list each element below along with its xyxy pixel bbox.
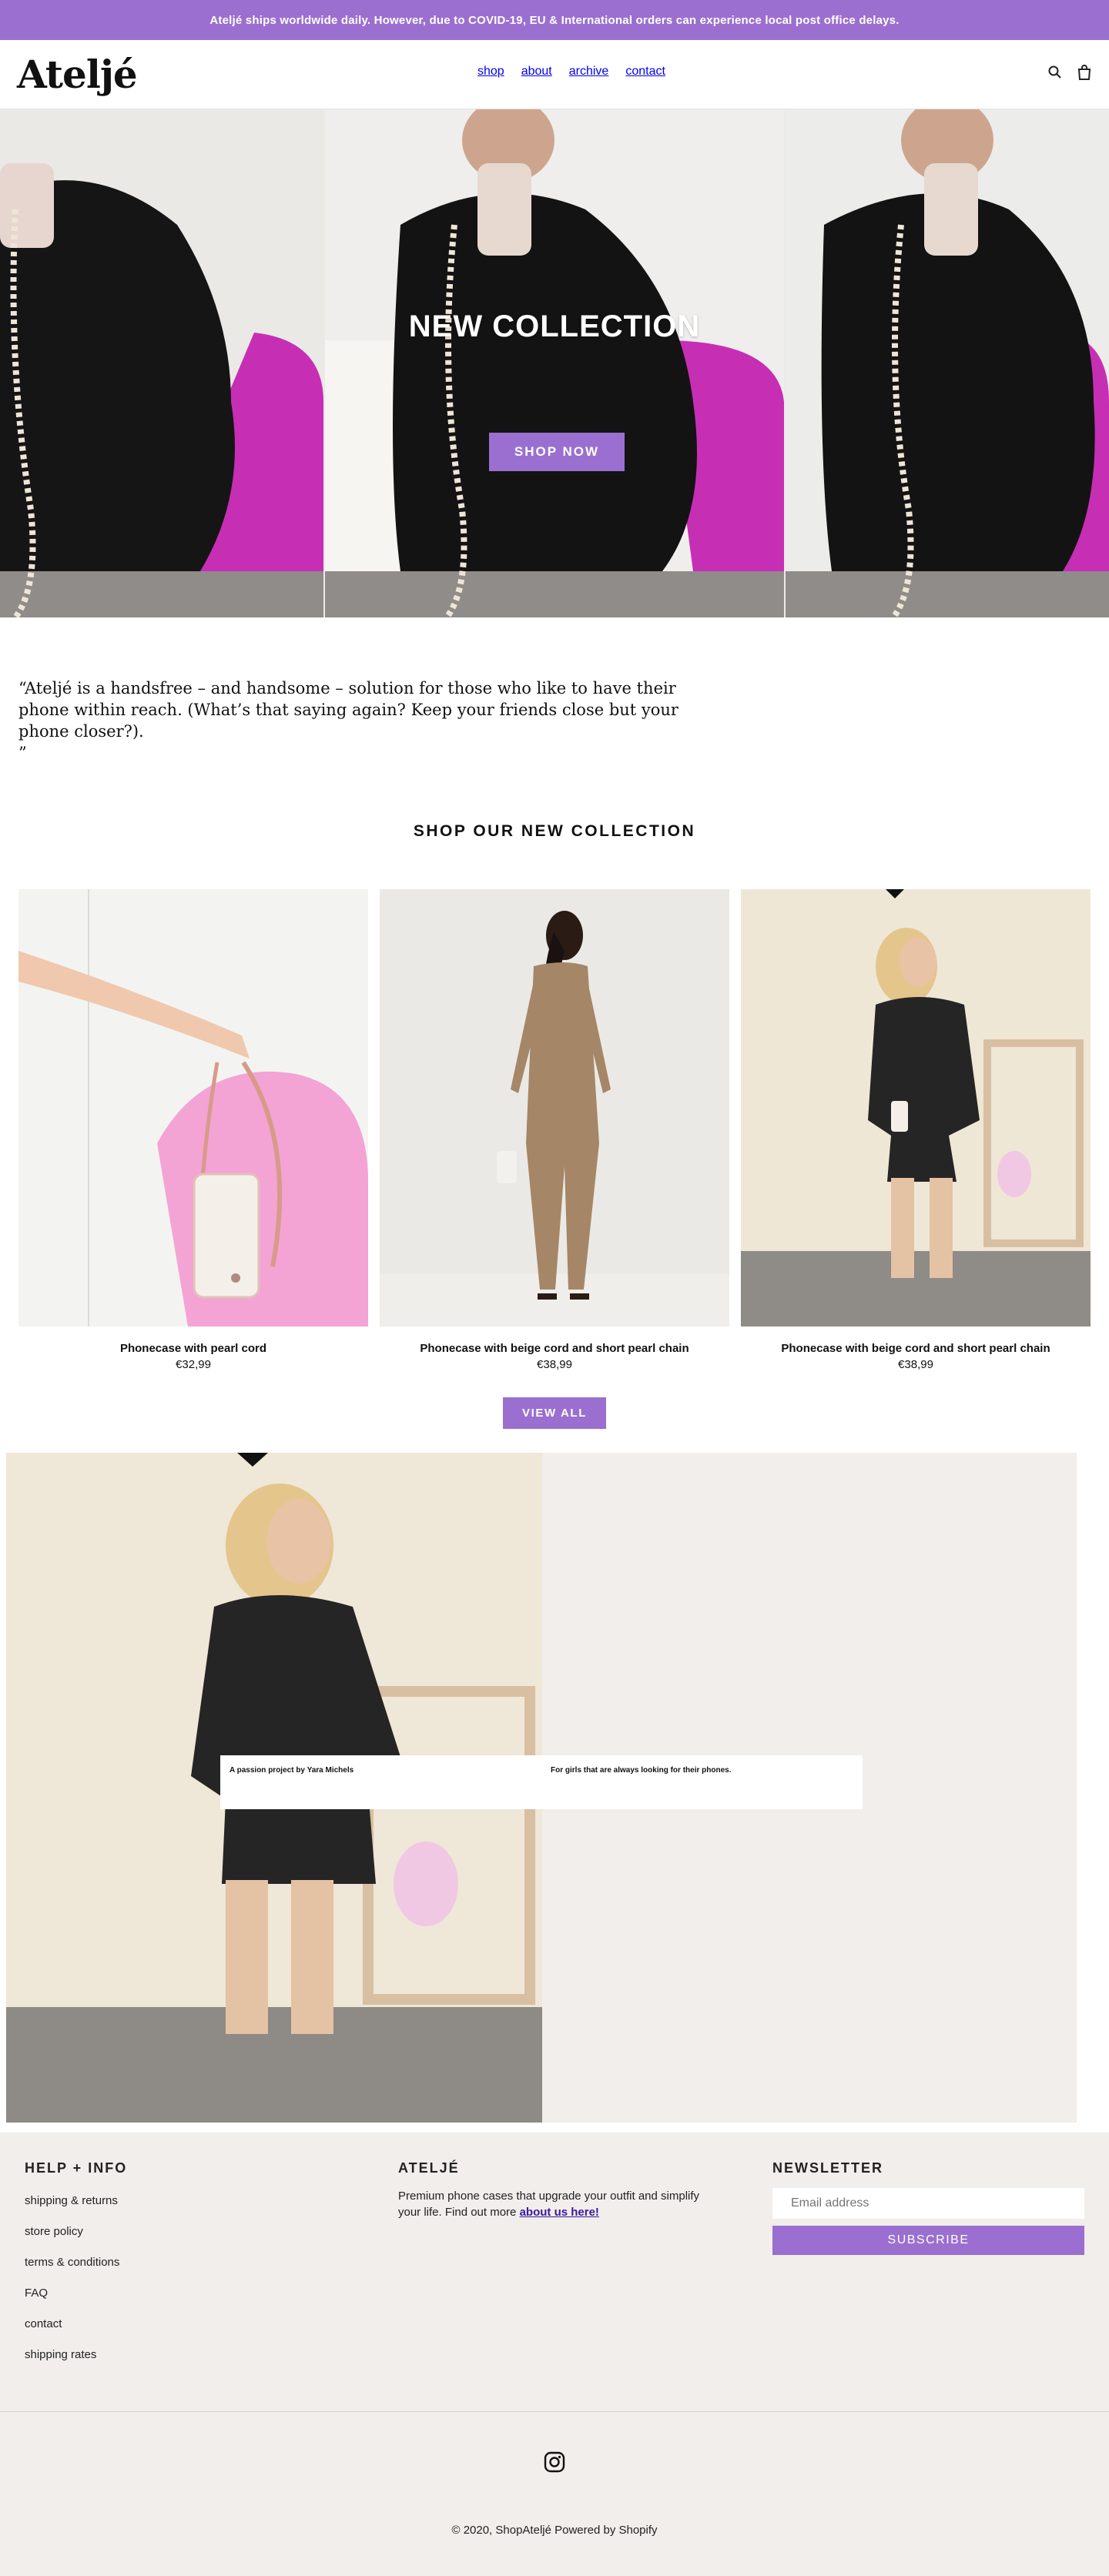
product-image[interactable] — [18, 889, 368, 1326]
hero-banner: NEW COLLECTION SHOP NOW — [0, 109, 1109, 617]
hero-image — [0, 109, 1109, 617]
product-price: €38,99 — [898, 1358, 933, 1371]
feature-right-text: For girls that are always looking for th… — [551, 1766, 732, 1775]
nav-item-archive[interactable]: archive — [569, 65, 609, 79]
product-card[interactable]: Phonecase with pearl cord €32,99 — [18, 889, 368, 1371]
feature-text-box: A passion project by Yara Michels For gi… — [220, 1755, 863, 1809]
footer-link-shipping-returns[interactable]: shipping & returns — [25, 2194, 119, 2207]
cart-icon[interactable] — [1075, 63, 1094, 82]
search-icon[interactable] — [1046, 63, 1064, 82]
product-image[interactable] — [380, 889, 729, 1326]
announcement-text: Ateljé ships worldwide daily. However, d… — [209, 13, 900, 27]
product-name[interactable]: Phonecase with beige cord and short pear… — [380, 1342, 729, 1355]
subscribe-button[interactable]: SUBSCRIBE — [772, 2226, 1084, 2255]
product-card[interactable]: Phonecase with beige cord and short pear… — [380, 889, 729, 1371]
feature-left-text: A passion project by Yara Michels — [230, 1766, 354, 1775]
site-footer: HELP + INFO shipping & returns store pol… — [0, 2133, 1109, 2576]
site-header: Ateljé shop about archive contact — [0, 40, 1109, 109]
hero-title: NEW COLLECTION — [408, 309, 701, 343]
copyright-text: © 2020, ShopAteljé Powered by Shopify — [451, 2524, 658, 2537]
nav-item-about[interactable]: about — [521, 65, 552, 79]
product-name[interactable]: Phonecase with pearl cord — [18, 1342, 368, 1355]
footer-link-store-policy[interactable]: store policy — [25, 2225, 119, 2238]
product-price: €32,99 — [176, 1358, 211, 1371]
product-price: €38,99 — [537, 1358, 572, 1371]
footer-link-faq[interactable]: FAQ — [25, 2287, 119, 2300]
about-us-link[interactable]: about us here! — [520, 2206, 599, 2219]
nav-item-shop[interactable]: shop — [477, 65, 504, 79]
product-card[interactable]: Phonecase with beige cord and short pear… — [741, 889, 1091, 1371]
instagram-icon[interactable] — [544, 2451, 565, 2473]
product-name[interactable]: Phonecase with beige cord and short pear… — [741, 1342, 1091, 1355]
about-text: Premium phone cases that upgrade your ou… — [398, 2188, 706, 2220]
product-image[interactable] — [741, 889, 1091, 1326]
help-links: shipping & returns store policy terms & … — [25, 2194, 119, 2361]
nav-item-contact[interactable]: contact — [625, 65, 665, 79]
site-logo[interactable]: Ateljé — [17, 48, 138, 102]
footer-link-shipping-rates[interactable]: shipping rates — [25, 2348, 119, 2361]
brand-quote: “Ateljé is a handsfree – and handsome – … — [18, 677, 727, 764]
about-title: ATELJÉ — [398, 2160, 460, 2176]
collection-title: SHOP OUR NEW COLLECTION — [413, 822, 696, 840]
shop-now-button[interactable]: SHOP NOW — [489, 433, 625, 471]
announcement-bar: Ateljé ships worldwide daily. However, d… — [0, 0, 1109, 40]
email-field[interactable] — [772, 2188, 1084, 2219]
newsletter-title: NEWSLETTER — [772, 2160, 883, 2176]
view-all-button[interactable]: VIEW ALL — [503, 1397, 606, 1429]
footer-link-terms[interactable]: terms & conditions — [25, 2256, 119, 2269]
help-info-title: HELP + INFO — [25, 2160, 128, 2176]
main-nav: shop about archive contact — [477, 65, 665, 79]
footer-divider — [0, 2411, 1109, 2412]
footer-link-contact[interactable]: contact — [25, 2317, 119, 2330]
quote-text: “Ateljé is a handsfree – and handsome – … — [18, 679, 678, 762]
